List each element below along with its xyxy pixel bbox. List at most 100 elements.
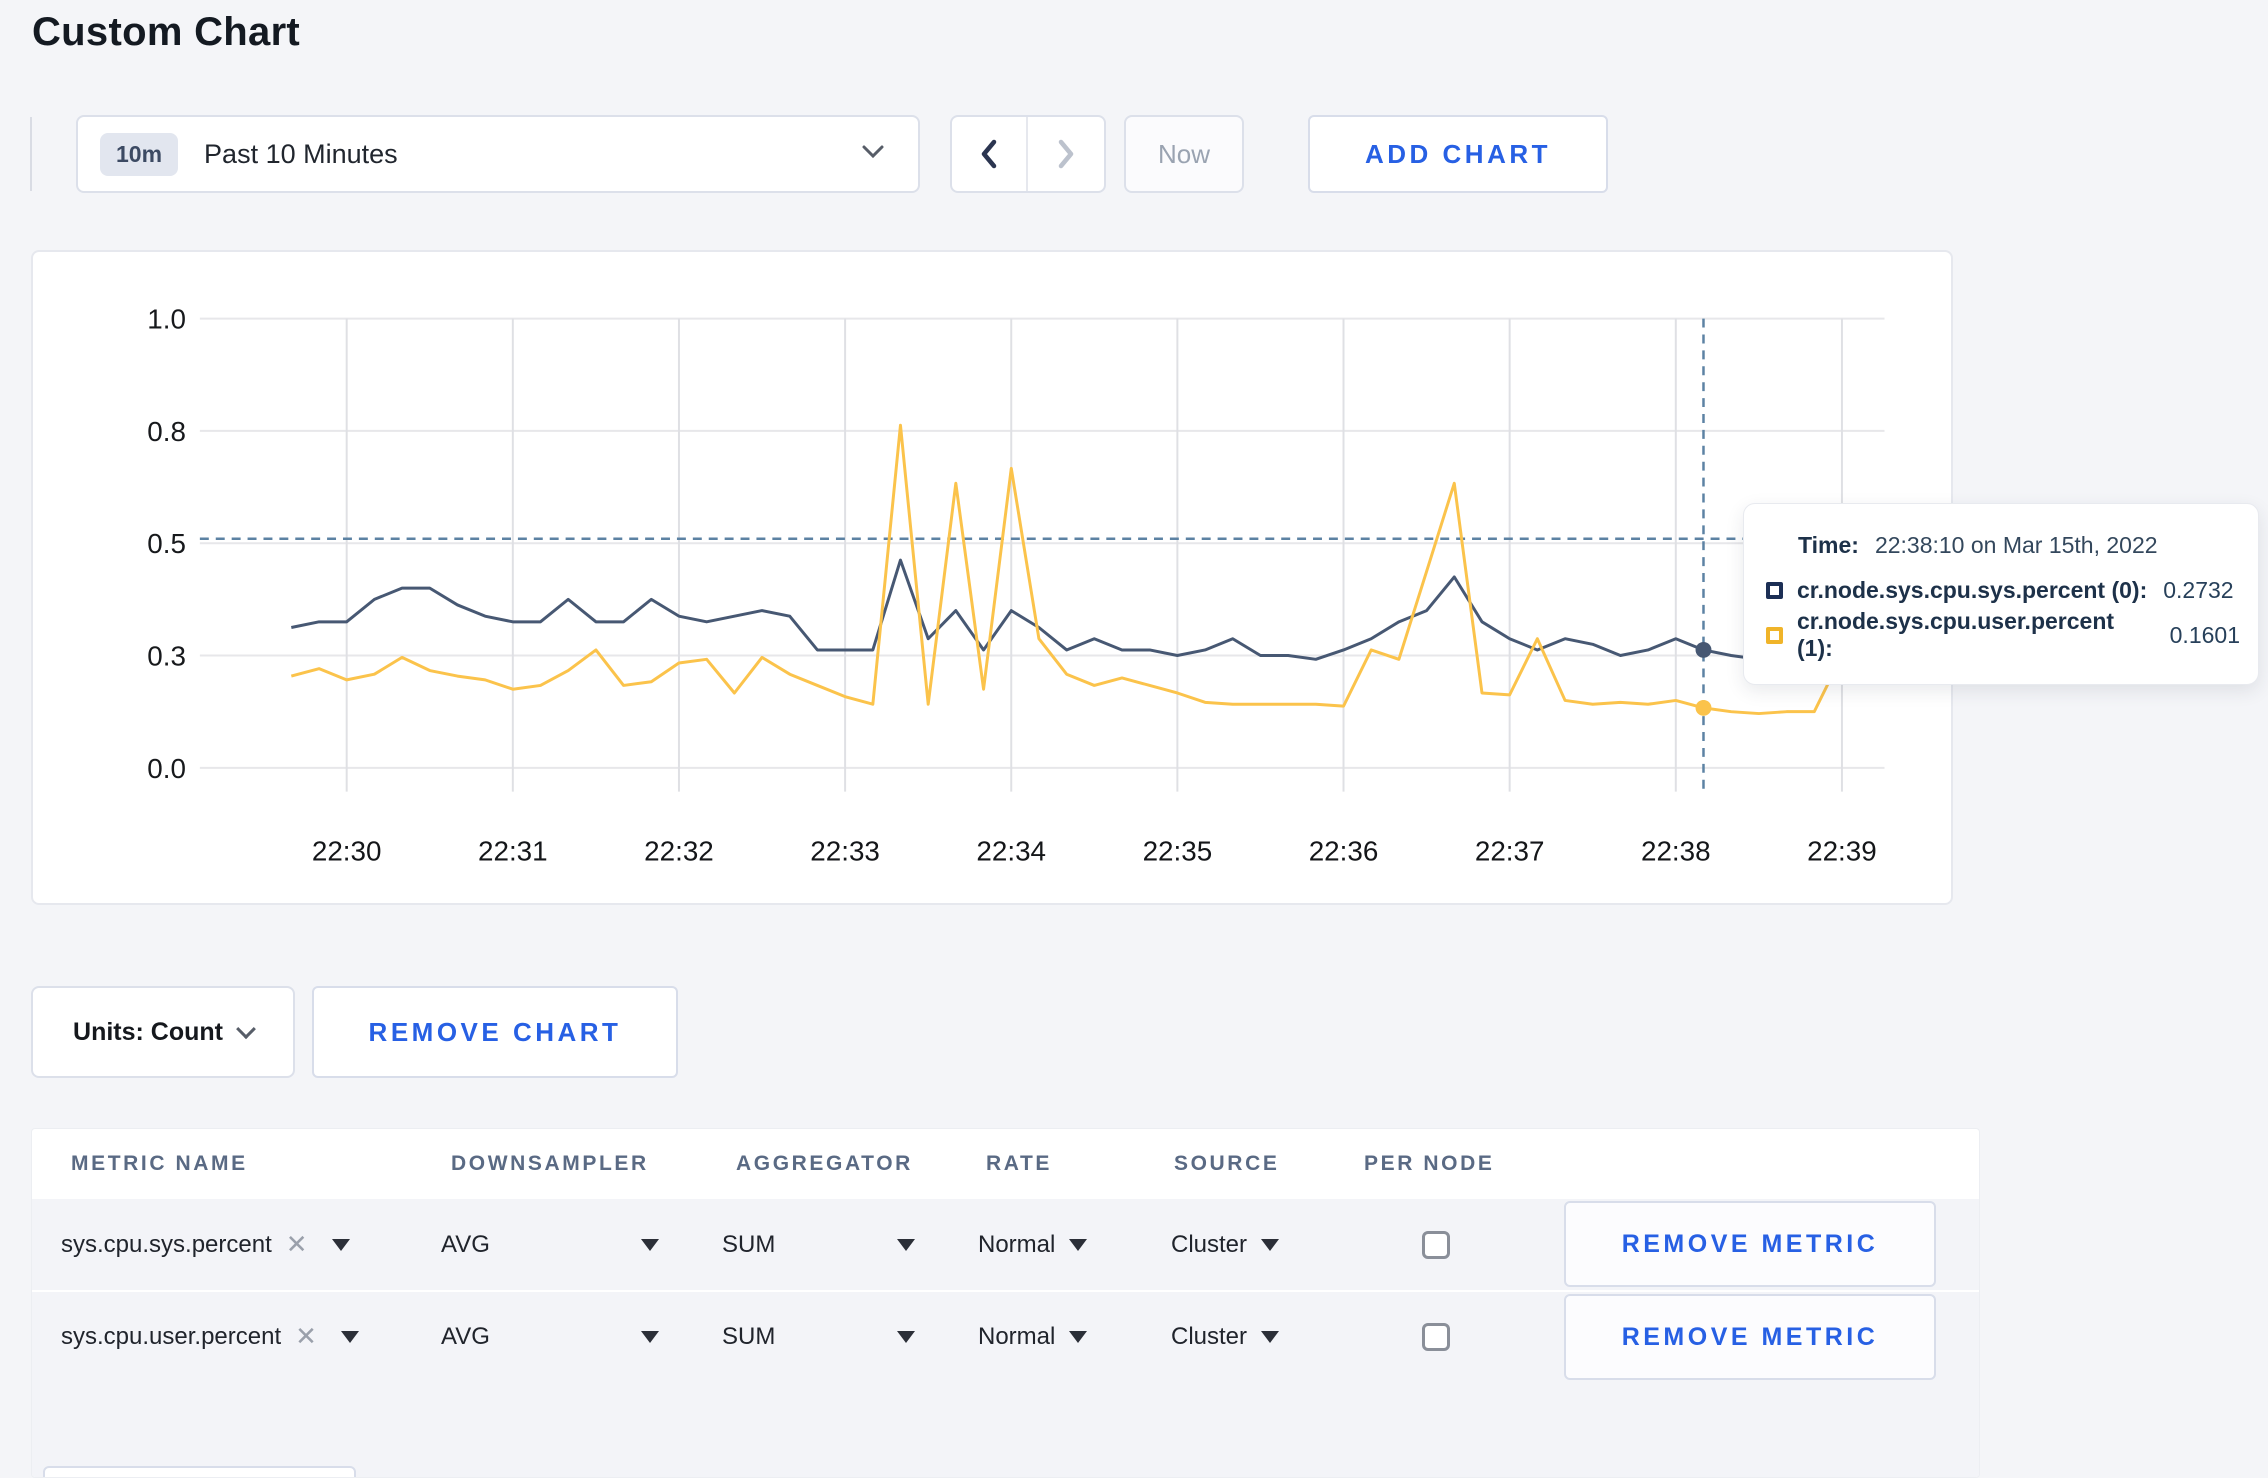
y-axis-tick-label: 0.0 [147,753,186,784]
aggregator-value: SUM [722,1230,776,1258]
x-axis-tick-label: 22:31 [478,835,548,866]
remove-chart-button[interactable]: REMOVE CHART [312,986,678,1078]
metric-name-value: sys.cpu.sys.percent [61,1230,272,1258]
x-axis-tick-label: 22:33 [810,835,880,866]
col-header-metric-name: METRIC NAME [71,1152,248,1175]
add-metric-button[interactable]: ADD METRIC [43,1466,356,1477]
tooltip-time-value: 22:38:10 on Mar 15th, 2022 [1874,531,2158,558]
add-chart-button[interactable]: ADD CHART [1308,115,1608,193]
cpu-percent-line-chart[interactable]: 0.0 0.3 0.5 0.8 1.0 22:30 22:31 22:32 22:33 22:34… [33,252,1951,903]
source-value: Cluster [1171,1230,1248,1258]
per-node-cell [1422,1199,1450,1290]
now-button[interactable]: Now [1124,115,1244,193]
caret-down-icon[interactable] [331,1238,350,1251]
toolbar-divider [30,117,32,191]
aggregator-caret[interactable] [897,1292,915,1381]
toolbar: 10m Past 10 Minutes Now ADD CHART [0,115,2268,193]
next-timespan-button[interactable] [1028,117,1104,191]
tooltip-series-name: cr.node.sys.cpu.user.percent (1): [1797,608,2115,661]
chevron-down-icon [236,1019,256,1040]
caret-down-icon[interactable] [340,1330,359,1343]
x-axis-tick-label: 22:37 [1475,835,1545,866]
x-axis-tick-label: 22:35 [1143,835,1213,866]
metrics-table-body: sys.cpu.sys.percent ✕ AVG SUM Normal Clu… [32,1199,1979,1477]
caret-down-icon [897,1238,915,1251]
caret-down-icon [897,1330,915,1343]
tooltip-time-label: Time: [1798,531,1859,558]
downsampler-select[interactable]: AVG [441,1199,490,1290]
user-percent-legend-swatch [1766,626,1783,644]
page-title: Custom Chart [32,10,301,54]
metric-name-select[interactable]: sys.cpu.sys.percent ✕ [61,1199,350,1290]
x-axis-tick-label: 22:32 [644,835,714,866]
caret-down-icon [1261,1330,1280,1343]
col-header-downsampler: DOWNSAMPLER [451,1152,649,1175]
caret-down-icon [1069,1238,1088,1251]
y-axis-tick-label: 0.5 [147,528,186,559]
downsampler-caret[interactable] [641,1292,659,1381]
previous-timespan-button[interactable] [952,117,1028,191]
chart-panel: 0.0 0.3 0.5 0.8 1.0 22:30 22:31 22:32 22:33 22:34… [31,250,1953,905]
chart-hover-tooltip: Time: 22:38:10 on Mar 15th, 2022 cr.node… [1743,503,2259,685]
downsampler-value: AVG [441,1322,490,1350]
x-axis-tick-label: 22:39 [1807,835,1877,866]
sys-percent-line [291,558,1870,661]
aggregator-caret[interactable] [897,1199,915,1290]
tooltip-series-value: 0.1601 [2169,621,2240,648]
chevron-left-icon [981,139,997,169]
tooltip-series-name: cr.node.sys.cpu.sys.percent (0): [1797,576,2148,603]
aggregator-value: SUM [722,1322,776,1350]
x-axis-tick-label: 22:34 [976,835,1046,866]
col-header-per-node: PER NODE [1364,1152,1495,1175]
x-axis-tick-label: 22:30 [312,835,382,866]
source-select[interactable]: Cluster [1171,1292,1280,1381]
x-axis-tick-label: 22:36 [1309,835,1379,866]
caret-down-icon [1069,1330,1088,1343]
time-window-badge: 10m [100,132,179,176]
remove-metric-button[interactable]: REMOVE METRIC [1564,1294,1936,1380]
aggregator-select[interactable]: SUM [722,1292,775,1381]
per-node-checkbox[interactable] [1422,1230,1450,1259]
user-percent-line [290,423,1871,716]
table-row: sys.cpu.sys.percent ✕ AVG SUM Normal Clu… [32,1199,1979,1290]
metrics-table: METRIC NAME DOWNSAMPLER AGGREGATOR RATE … [31,1128,1980,1478]
table-row: sys.cpu.user.percent ✕ AVG SUM Normal Cl… [32,1290,1979,1381]
close-icon[interactable]: ✕ [295,1321,317,1352]
close-icon[interactable]: ✕ [286,1229,308,1260]
units-select[interactable]: Units: Count [31,986,295,1078]
y-axis-tick-label: 0.3 [147,640,186,671]
caret-down-icon [641,1330,659,1343]
col-header-aggregator: AGGREGATOR [736,1152,913,1175]
x-axis-tick-label: 22:38 [1641,835,1711,866]
sys-percent-legend-swatch [1766,581,1783,599]
remove-metric-button[interactable]: REMOVE METRIC [1564,1201,1936,1287]
metric-name-value: sys.cpu.user.percent [61,1322,282,1350]
time-pager [950,115,1106,193]
y-axis-tick-label: 0.8 [147,416,186,447]
downsampler-select[interactable]: AVG [441,1292,490,1381]
downsampler-value: AVG [441,1230,490,1258]
time-window-select[interactable]: 10m Past 10 Minutes [76,115,920,193]
units-label: Units: Count [73,1017,223,1046]
time-window-label: Past 10 Minutes [204,138,398,169]
source-value: Cluster [1171,1322,1248,1350]
user-percent-hover-dot [1695,699,1712,716]
rate-select[interactable]: Normal [978,1199,1088,1290]
chevron-down-icon [858,142,888,167]
aggregator-select[interactable]: SUM [722,1199,775,1290]
sys-percent-hover-dot [1695,641,1712,658]
rate-select[interactable]: Normal [978,1292,1088,1381]
per-node-cell [1422,1292,1450,1381]
chevron-right-icon [1058,139,1074,169]
col-header-source: SOURCE [1174,1152,1280,1175]
downsampler-caret[interactable] [641,1199,659,1290]
caret-down-icon [1261,1238,1280,1251]
tooltip-series-value: 0.2732 [2163,576,2234,603]
source-select[interactable]: Cluster [1171,1199,1280,1290]
metric-name-select[interactable]: sys.cpu.user.percent ✕ [61,1292,359,1381]
caret-down-icon [641,1238,659,1251]
rate-value: Normal [978,1322,1056,1350]
per-node-checkbox[interactable] [1422,1322,1450,1351]
rate-value: Normal [978,1230,1056,1258]
col-header-rate: RATE [986,1152,1053,1175]
